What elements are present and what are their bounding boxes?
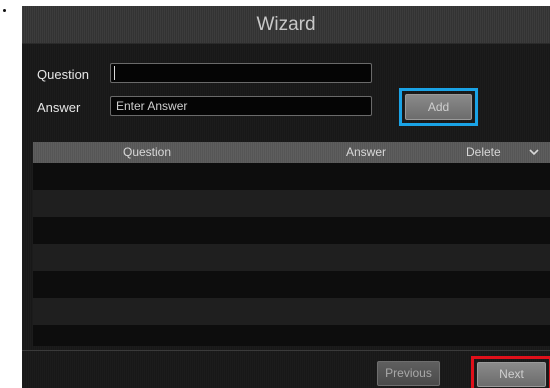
answer-input[interactable]: Enter Answer: [110, 96, 372, 116]
table-header: Question Answer Delete: [33, 142, 550, 163]
wizard-dialog: Wizard Question Answer Enter Answer Add …: [22, 6, 550, 388]
bullet-marker: [3, 9, 6, 12]
table-row[interactable]: [33, 217, 550, 244]
title-bar: Wizard: [22, 6, 550, 44]
column-header-question[interactable]: Question: [123, 142, 171, 163]
footer-divider: [22, 350, 550, 351]
table-row[interactable]: [33, 298, 550, 325]
question-input[interactable]: [110, 63, 372, 83]
question-label: Question: [37, 67, 90, 82]
table-row[interactable]: [33, 190, 550, 217]
column-header-answer[interactable]: Answer: [346, 142, 386, 163]
table-row[interactable]: [33, 163, 550, 190]
question-answer-table: Question Answer Delete: [33, 142, 550, 346]
answer-label: Answer: [37, 100, 81, 115]
previous-button[interactable]: Previous: [377, 361, 440, 386]
screenshot-canvas: Wizard Question Answer Enter Answer Add …: [0, 0, 550, 388]
next-button[interactable]: Next: [477, 362, 546, 387]
add-button[interactable]: Add: [405, 94, 472, 120]
table-row[interactable]: [33, 325, 550, 346]
text-cursor: [114, 66, 115, 80]
table-row[interactable]: [33, 271, 550, 298]
answer-input-placeholder: Enter Answer: [116, 99, 188, 113]
column-header-delete[interactable]: Delete: [466, 142, 501, 163]
table-row[interactable]: [33, 244, 550, 271]
dialog-title: Wizard: [256, 14, 316, 35]
